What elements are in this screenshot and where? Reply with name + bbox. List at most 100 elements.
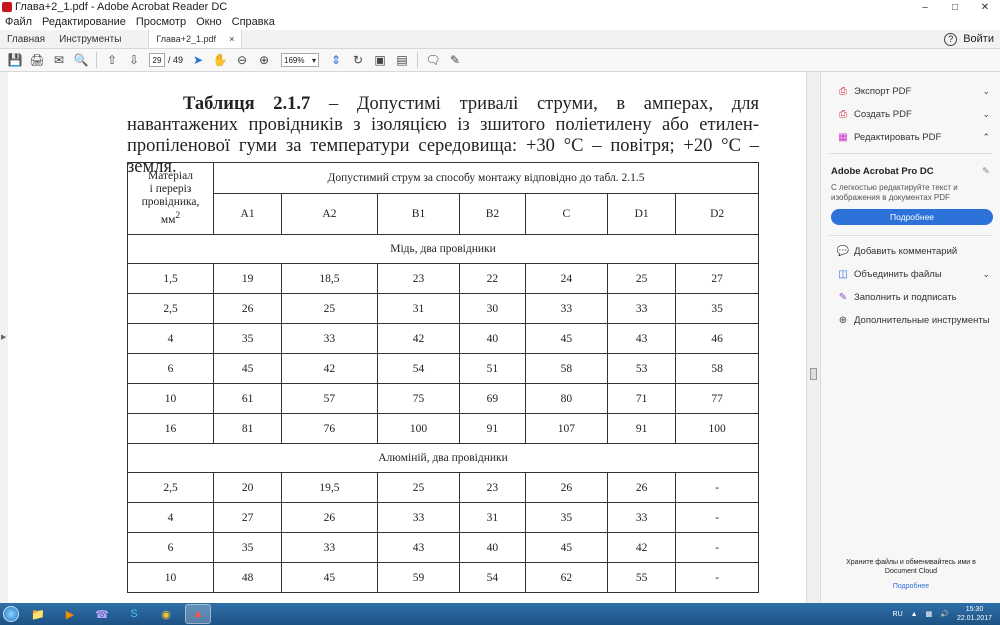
dc-text-1: Храните файлы и обменивайтесь ими в: [846, 559, 976, 566]
clock[interactable]: 15:30 22.01.2017: [957, 605, 992, 623]
acrobat-taskbar-icon[interactable]: ▲: [185, 604, 211, 624]
current-cell: 91: [607, 413, 677, 444]
panel-divider: [829, 153, 992, 154]
current-cell: 33: [281, 323, 378, 354]
chrome-icon[interactable]: ◉: [153, 604, 179, 624]
current-cell: 48: [212, 562, 283, 593]
cross-section-cell: 10: [127, 383, 214, 414]
fill-sign-item[interactable]: ✎ Заполнить и подписать: [821, 286, 1000, 309]
export-pdf-item[interactable]: ⎙ Экспорт PDF ⌄: [821, 80, 1000, 103]
chevron-down-icon[interactable]: ⌄: [982, 109, 990, 120]
current-cell: 80: [524, 383, 609, 414]
signin-link[interactable]: Войти: [963, 33, 994, 45]
comment-icon[interactable]: 🗨: [422, 50, 444, 70]
chevron-down-icon[interactable]: ⌄: [982, 86, 990, 97]
page-up-icon[interactable]: ⇧: [101, 50, 123, 70]
vertical-scrollbar[interactable]: [806, 72, 820, 603]
menu-edit[interactable]: Редактирование: [37, 16, 131, 28]
current-cell: 100: [675, 413, 759, 444]
network-icon[interactable]: ▩: [926, 610, 933, 618]
system-tray: RU ▲ ▩ 🔊 15:30 22.01.2017: [893, 605, 1000, 623]
promo-settings-icon[interactable]: ✎: [982, 166, 990, 177]
cross-section-cell: 2,5: [127, 293, 214, 324]
save-icon[interactable]: 💾: [4, 50, 26, 70]
sign-pen-icon[interactable]: ✎: [444, 50, 466, 70]
help-icon[interactable]: ?: [944, 32, 958, 46]
dc-text-2: Document Cloud: [884, 568, 938, 575]
start-button[interactable]: [0, 603, 22, 625]
combine-files-item[interactable]: ◫ Объединить файлы ⌄: [821, 263, 1000, 286]
fullscreen-icon[interactable]: ▣: [369, 50, 391, 70]
section-row: Алюміній, два провідники: [127, 443, 759, 473]
select-arrow-icon[interactable]: ➤: [187, 50, 209, 70]
current-cell: 107: [524, 413, 609, 444]
table-row: 2,5 20 19,5 25 23 26 26-: [127, 472, 759, 503]
current-cell: 26: [524, 472, 609, 503]
section-aluminium: Алюміній, два провідники: [127, 443, 759, 473]
print-icon[interactable]: 🖨: [26, 50, 48, 70]
menu-help[interactable]: Справка: [227, 16, 280, 28]
tray-arrow-icon[interactable]: ▲: [911, 611, 918, 618]
cross-section-cell: 2,5: [127, 472, 214, 503]
zoom-out-icon[interactable]: ⊖: [231, 50, 253, 70]
language-indicator[interactable]: RU: [893, 611, 903, 618]
scroll-mode-icon[interactable]: ▤: [391, 50, 413, 70]
header-col: D1: [607, 193, 677, 235]
edit-pdf-item[interactable]: ▦ Редактировать PDF ⌃: [821, 126, 1000, 149]
current-cell: 33: [524, 293, 609, 324]
current-cell: 76: [281, 413, 378, 444]
chevron-up-icon[interactable]: ⌃: [982, 132, 990, 143]
cross-section-cell: 6: [127, 532, 214, 563]
chevron-down-icon[interactable]: ⌄: [982, 269, 990, 280]
page-navigator: 29 / 49: [149, 53, 183, 67]
menu-window[interactable]: Окно: [191, 16, 227, 28]
current-cell: -: [675, 562, 759, 593]
window-controls: – □ ✕: [910, 0, 1000, 14]
current-cell: 25: [376, 472, 461, 503]
tab-close-icon[interactable]: ×: [229, 34, 234, 44]
menu-view[interactable]: Просмотр: [131, 16, 191, 28]
create-pdf-item[interactable]: ⎙ Создать PDF ⌄: [821, 103, 1000, 126]
section-row: Мідь, два провідники: [127, 234, 759, 264]
panel-resize-handle[interactable]: [810, 368, 817, 380]
current-cell: 33: [281, 532, 378, 563]
current-cell: 31: [376, 293, 461, 324]
search-icon[interactable]: 🔍: [70, 50, 92, 70]
document-cloud-promo: Храните файлы и обменивайтесь ими в Docu…: [821, 558, 1000, 591]
zoom-select[interactable]: 169% ▾: [281, 53, 320, 67]
toolbar-divider: [417, 52, 419, 68]
tab-bar: Главная Инструменты Глава+2_1.pdf × ? Во…: [0, 30, 1000, 49]
dc-learn-more-link[interactable]: Подробнее: [821, 582, 1000, 591]
more-tools-item[interactable]: ⊕ Дополнительные инструменты: [821, 309, 1000, 332]
zoom-in-icon[interactable]: ⊕: [253, 50, 275, 70]
tab-document[interactable]: Глава+2_1.pdf ×: [148, 30, 243, 48]
tab-tools[interactable]: Инструменты: [52, 30, 128, 48]
minimize-button[interactable]: –: [910, 0, 940, 14]
page-down-icon[interactable]: ⇩: [123, 50, 145, 70]
document-view[interactable]: Таблиця 2.1.7 – Допустимі тривалі струми…: [0, 72, 806, 603]
current-cell: 40: [459, 532, 526, 563]
fit-page-icon[interactable]: ⇕: [325, 50, 347, 70]
current-cell: 62: [524, 562, 609, 593]
skype-icon[interactable]: S: [121, 604, 147, 624]
email-icon[interactable]: ✉: [48, 50, 70, 70]
rotate-icon[interactable]: ↻: [347, 50, 369, 70]
current-cell: -: [675, 532, 759, 563]
ampacity-table: Матеріал і переріз провідника, мм2 Допус…: [127, 162, 759, 593]
media-player-icon[interactable]: ▶: [57, 604, 83, 624]
tab-home[interactable]: Главная: [0, 30, 52, 48]
maximize-button[interactable]: □: [940, 0, 970, 14]
current-cell: 27: [212, 502, 283, 533]
hand-tool-icon[interactable]: ✋: [209, 50, 231, 70]
explorer-icon[interactable]: 📁: [25, 604, 51, 624]
viber-icon[interactable]: ☎: [89, 604, 115, 624]
add-comment-item[interactable]: 💬 Добавить комментарий: [821, 240, 1000, 263]
current-cell: 24: [524, 263, 609, 294]
volume-icon[interactable]: 🔊: [940, 610, 949, 618]
table-row: 4 35 33 42 40 45 43 46: [127, 323, 759, 354]
close-button[interactable]: ✕: [970, 0, 1000, 14]
page-number-input[interactable]: 29: [149, 53, 165, 67]
menu-file[interactable]: Файл: [0, 16, 37, 28]
left-panel-toggle-icon[interactable]: ▶: [1, 333, 6, 341]
learn-more-button[interactable]: Подробнее: [831, 209, 993, 225]
